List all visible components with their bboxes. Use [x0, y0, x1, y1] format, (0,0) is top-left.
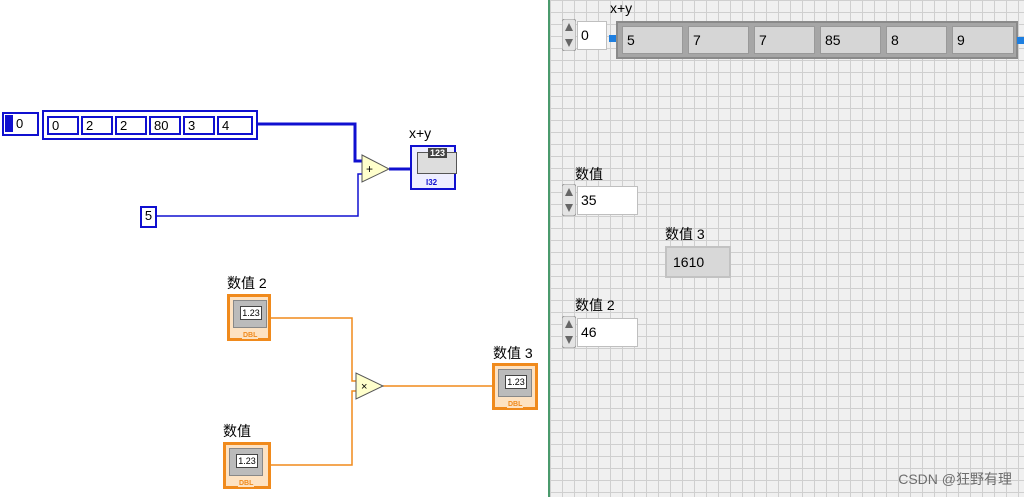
array-element: 7 [688, 26, 749, 54]
numeric3-label: 数值 3 [665, 226, 705, 242]
numeric2-label: 数值 2 [575, 297, 615, 313]
increment-spinner-icon[interactable] [562, 184, 576, 216]
xy-array-indicator: 5 7 7 85 8 9 [616, 21, 1018, 59]
index-spinner-icon[interactable] [5, 115, 13, 132]
array-cell[interactable]: 0 [47, 116, 79, 135]
xy-array-index[interactable]: 0 [577, 21, 607, 50]
type-tag: DBL [507, 401, 524, 408]
resize-handle[interactable] [1017, 37, 1024, 44]
numeric3-label: 数值 3 [493, 345, 533, 361]
multiply-function[interactable]: × [355, 372, 385, 400]
numeric2-display: 1.23 [240, 306, 262, 320]
array-element: 7 [754, 26, 815, 54]
resize-handle[interactable] [609, 35, 616, 42]
numeric-label: 数值 [223, 423, 251, 439]
increment-spinner-icon[interactable] [562, 316, 576, 348]
array-cell[interactable]: 80 [149, 116, 181, 135]
block-diagram[interactable]: + × 0 0 2 2 80 3 4 5 x+y 123 I32 数值 2 1.… [0, 0, 548, 497]
add-symbol: + [366, 162, 373, 176]
numeric3-display: 1.23 [505, 375, 527, 389]
type-tag: I32 [426, 178, 438, 187]
numeric-display: 1.23 [236, 454, 258, 468]
numeric-input[interactable]: 35 [577, 186, 638, 215]
five-wire [157, 173, 366, 217]
wires-layer: + × [157, 122, 494, 466]
constant-five[interactable]: 5 [140, 206, 157, 228]
type-tag: DBL [242, 332, 259, 339]
xy-indicator-label: x+y [409, 125, 432, 141]
array-cell[interactable]: 3 [183, 116, 215, 135]
numeric2-control-terminal[interactable]: 1.23 DBL [227, 294, 271, 341]
numeric-control-terminal[interactable]: 1.23 DBL [223, 442, 271, 489]
numeric3-indicator-terminal[interactable]: 1.23 DBL [492, 363, 538, 410]
numeric-wire [271, 390, 359, 466]
array-cell[interactable]: 4 [217, 116, 253, 135]
numeric3-indicator: 1610 [665, 246, 731, 278]
array-element: 5 [622, 26, 683, 54]
array-index-value: 0 [16, 116, 24, 131]
add-function[interactable]: + [361, 154, 391, 183]
array-cell[interactable]: 2 [81, 116, 113, 135]
array-element: 9 [952, 26, 1014, 54]
watermark: CSDN @狂野有理 [898, 471, 1012, 487]
array-element: 8 [886, 26, 947, 54]
numeric2-label: 数值 2 [227, 275, 267, 291]
numeric2-input[interactable]: 46 [577, 318, 638, 347]
array-constant[interactable]: 0 2 2 80 3 4 [42, 110, 258, 140]
numeric-label: 数值 [575, 166, 603, 182]
xy-array-label: x+y [610, 0, 633, 16]
array-element: 85 [820, 26, 881, 54]
numeric-badge: 123 [428, 148, 448, 158]
array-cell[interactable]: 2 [115, 116, 147, 135]
front-panel[interactable]: x+y 0 5 7 7 85 8 9 数值 35 数值 3 1610 数值 2 … [548, 0, 1024, 497]
type-tag: DBL [238, 480, 255, 487]
xy-indicator-terminal[interactable]: 123 I32 [410, 145, 457, 190]
numeric2-wire [271, 317, 359, 382]
multiply-symbol: × [361, 381, 367, 393]
array-wire [258, 122, 366, 163]
index-spinner-icon[interactable] [562, 19, 576, 51]
array-index-control[interactable]: 0 [2, 112, 39, 136]
